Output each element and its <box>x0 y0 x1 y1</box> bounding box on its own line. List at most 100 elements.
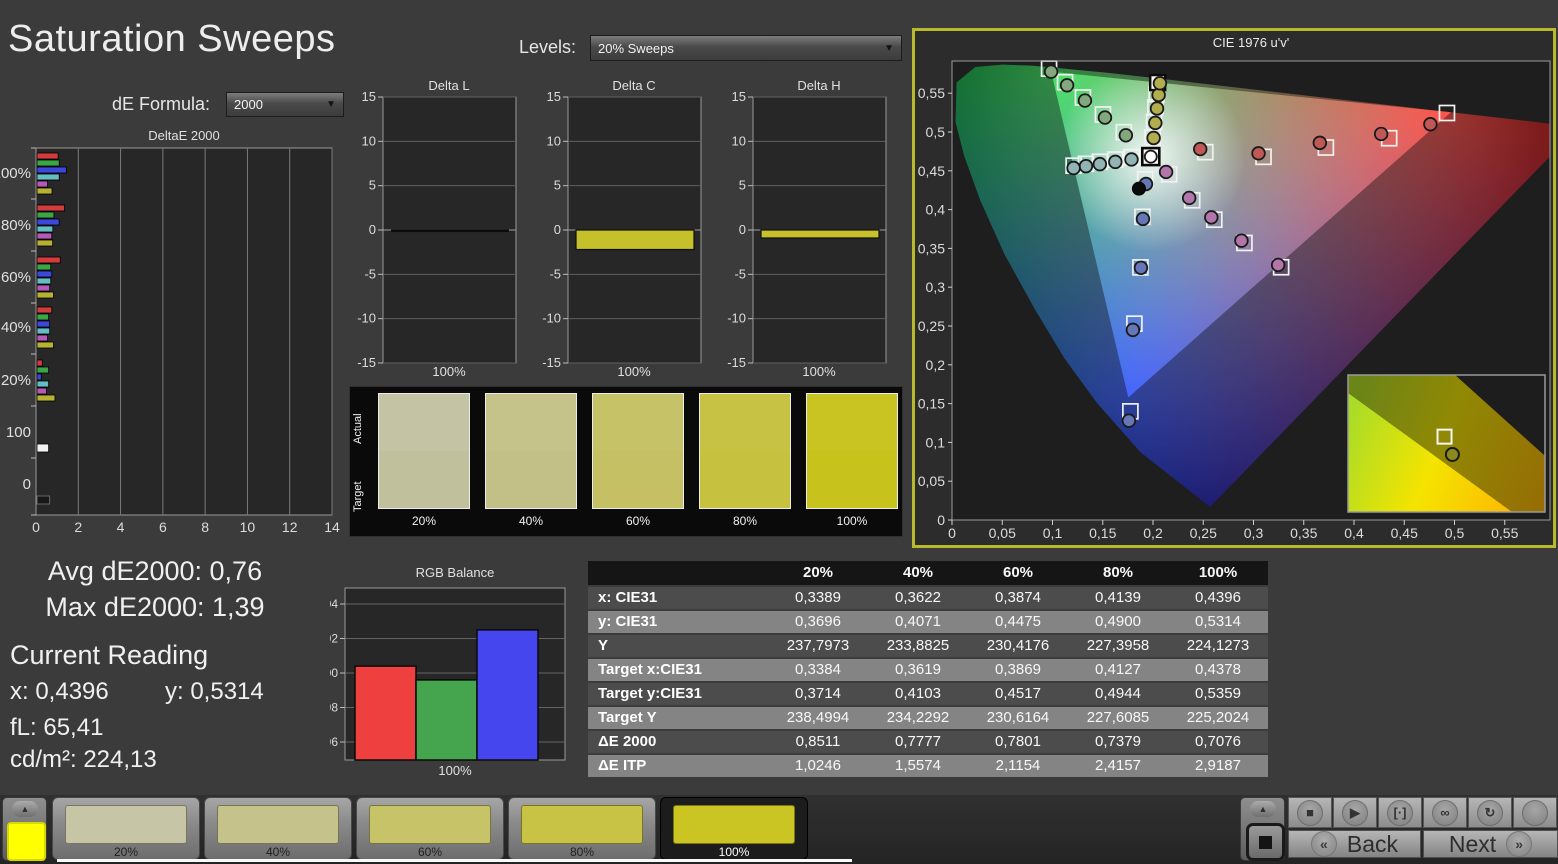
tick-label: DeltaE 2000 <box>148 128 220 143</box>
cie-white-point <box>1145 151 1157 163</box>
table-cell: 0,7379 <box>1068 731 1168 753</box>
table-cell: 230,6164 <box>968 707 1068 729</box>
table-cell: 0,3869 <box>968 659 1068 681</box>
cie-black-reading <box>1132 182 1145 195</box>
tick-label: 10 <box>547 133 561 148</box>
swatch-level-label: 20% <box>378 514 470 528</box>
tick-label: 100% <box>617 364 651 379</box>
tick-label: RGB Balance <box>416 565 495 580</box>
blank-button[interactable] <box>1513 797 1557 828</box>
table-cell: 227,6085 <box>1068 707 1168 729</box>
delta-c-chart[interactable]: Delta C151050-5-10-15100% <box>530 78 710 380</box>
table-row: Y237,7973233,8825230,4176227,3958224,127… <box>588 635 1268 657</box>
stop-icon: ■ <box>1297 800 1323 826</box>
next-button[interactable]: Next » <box>1423 830 1558 858</box>
table-cell: 2,4157 <box>1068 755 1168 777</box>
delta_h-bar <box>761 230 879 238</box>
current-y: y: 0,5314 <box>165 678 264 706</box>
pattern-window-button[interactable] <box>1246 823 1285 861</box>
table-header-cell: 40% <box>868 561 968 585</box>
tick-label: 0,3 <box>926 279 946 295</box>
delta_l-bar <box>391 230 509 233</box>
tick-label: 2 <box>74 519 82 535</box>
expand-up-button[interactable]: ▲ <box>1250 801 1276 817</box>
tick-label: 20% <box>1 372 31 389</box>
table-cell: 0,4103 <box>868 683 968 705</box>
de-bar-20%-cyan <box>37 381 49 387</box>
max-de2000: Max dE2000: 1,39 <box>20 592 290 623</box>
de-bar-100%-yellow <box>37 188 52 194</box>
rgb-balance-chart[interactable]: RGB Balance1041021009896100% <box>330 563 580 781</box>
de-bar-100%-green <box>37 160 59 166</box>
patch-swatch <box>521 805 643 844</box>
patch-button-80%[interactable]: 80% <box>508 797 656 860</box>
refresh-button[interactable]: ↻ <box>1468 797 1512 828</box>
patch-button-20%[interactable]: 20% <box>52 797 200 860</box>
table-cell: 227,3958 <box>1068 635 1168 657</box>
de-bar-60%-green <box>37 264 51 270</box>
de-formula-dropdown[interactable]: 2000 ▼ <box>226 92 344 117</box>
cie-measured-red-4 <box>1375 128 1388 141</box>
table-header-row: 20%40%60%80%100% <box>588 561 1268 585</box>
expand-up-button[interactable]: ▲ <box>12 801 38 817</box>
table-cell: 0,4517 <box>968 683 1068 705</box>
tick-label: 10 <box>732 133 746 148</box>
cie-measured-blue-3 <box>1135 262 1148 275</box>
table-cell: 0,3622 <box>868 587 968 609</box>
table-cell: 2,1154 <box>968 755 1068 777</box>
cie-measured-red-3 <box>1314 137 1327 150</box>
tick-label: -10 <box>727 311 746 326</box>
de-bar-100%-blue <box>37 167 66 173</box>
tick-label: Delta L <box>428 78 469 93</box>
levels-label: Levels: <box>519 37 576 58</box>
deltae2000-chart[interactable]: DeltaE 200002468101214100%80%60%40%20%10… <box>0 128 340 540</box>
cie-measured-blue-4 <box>1127 324 1140 337</box>
cie-measured-green-5 <box>1045 65 1058 78</box>
patch-button-40%[interactable]: 40% <box>204 797 352 860</box>
patch-label: 20% <box>53 845 199 859</box>
tick-label: Delta H <box>797 78 840 93</box>
tick-label: 5 <box>369 178 376 193</box>
delta-l-chart[interactable]: Delta L151050-5-10-15100% <box>345 78 525 380</box>
bracket-button[interactable]: [·] <box>1378 797 1422 828</box>
tick-label: 0,15 <box>1089 525 1116 541</box>
tick-label: CIE 1976 u'v' <box>1213 35 1290 50</box>
de-bar-60%-cyan <box>37 278 51 284</box>
tick-label: 0 <box>937 512 945 528</box>
tick-label: 0 <box>554 222 561 237</box>
cie-measured-cyan-1 <box>1125 153 1138 166</box>
table-cell: 1,0246 <box>768 755 868 777</box>
table-cell: 0,7076 <box>1168 731 1268 753</box>
tick-label: 100% <box>438 763 472 778</box>
cie-measured-cyan-2 <box>1109 156 1122 169</box>
de-bar-20%-green <box>37 367 49 373</box>
levels-dropdown[interactable]: 20% Sweeps ▼ <box>590 35 902 61</box>
table-cell: 0,3714 <box>768 683 868 705</box>
actual-target-swatch-panel: Actual Target 20%40%60%80%100% <box>349 386 903 537</box>
tick-label: 0,55 <box>1491 525 1518 541</box>
cie-measured-blue-5 <box>1123 414 1136 427</box>
play-button[interactable]: ▶ <box>1333 797 1377 828</box>
stop-button[interactable]: ■ <box>1288 797 1332 828</box>
table-cell: 0,5359 <box>1168 683 1268 705</box>
tick-label: 0,1 <box>1043 525 1063 541</box>
table-cell: 0,4900 <box>1068 611 1168 633</box>
tick-label: -10 <box>357 311 376 326</box>
cie-measured-magenta-3 <box>1205 211 1218 224</box>
de-bar-20%-blue <box>37 374 41 380</box>
table-row-label: Y <box>588 635 768 657</box>
table-row-label: ΔE 2000 <box>588 731 768 753</box>
tick-label: 0 <box>23 476 31 493</box>
table-cell: 0,7801 <box>968 731 1068 753</box>
tick-label: 0,05 <box>989 525 1016 541</box>
cie-diagram-panel[interactable]: CIE 1976 u'v'00,050,10,150,20,250,30,350… <box>912 28 1556 548</box>
delta-h-chart[interactable]: Delta H151050-5-10-15100% <box>715 78 895 380</box>
patch-button-60%[interactable]: 60% <box>356 797 504 860</box>
current-test-color-swatch[interactable] <box>7 822 46 861</box>
rgb-bar-blue <box>477 630 538 760</box>
infinity-button[interactable]: ∞ <box>1423 797 1467 828</box>
table-cell: 0,4071 <box>868 611 968 633</box>
back-button[interactable]: « Back <box>1288 830 1421 858</box>
table-row-label: x: CIE31 <box>588 587 768 609</box>
patch-button-100%[interactable]: 100% <box>660 797 808 860</box>
